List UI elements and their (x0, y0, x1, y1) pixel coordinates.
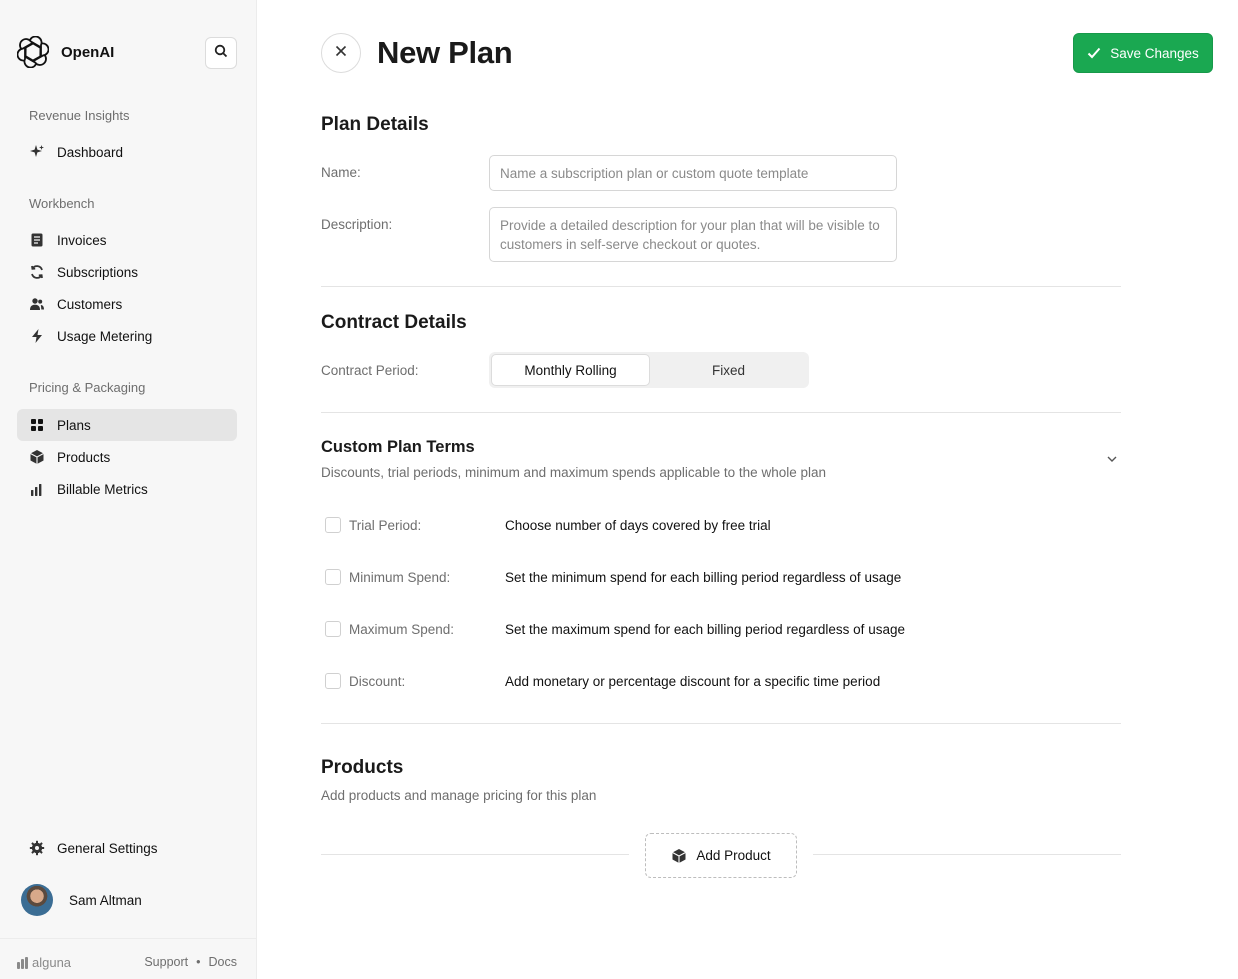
sidebar-item-label: Usage Metering (57, 328, 153, 344)
term-label: Maximum Spend: (349, 621, 455, 637)
sidebar: OpenAI Revenue Insights Dashboard Workbe… (0, 0, 257, 979)
sidebar-item-label: Billable Metrics (57, 481, 148, 497)
footer-links: Support • Docs (144, 955, 237, 969)
sidebar-item-label: Subscriptions (57, 264, 139, 280)
divider (813, 854, 1121, 855)
close-icon (335, 44, 347, 62)
sidebar-item-label: Products (57, 449, 111, 465)
term-description: Add monetary or percentage discount for … (505, 673, 881, 689)
close-button[interactable] (321, 33, 361, 73)
sparkle-icon (29, 144, 45, 160)
term-description: Set the maximum spend for each billing p… (505, 621, 905, 637)
term-description: Set the minimum spend for each billing p… (505, 569, 902, 585)
sidebar-item-subscriptions[interactable]: Subscriptions (17, 256, 237, 288)
nav-heading: Workbench (29, 196, 95, 211)
brand[interactable]: OpenAI (16, 35, 115, 69)
custom-plan-terms-subtitle: Discounts, trial periods, minimum and ma… (321, 465, 826, 480)
custom-plan-terms-title: Custom Plan Terms (321, 438, 475, 456)
description-field[interactable]: Provide a detailed description for your … (489, 207, 897, 262)
divider (321, 723, 1121, 724)
nav-heading: Pricing & Packaging (29, 380, 146, 395)
nav-section-pricing-packaging: Pricing & Packaging Plans Products Billa… (17, 378, 237, 505)
contract-option-monthly-rolling[interactable]: Monthly Rolling (491, 354, 650, 386)
name-label: Name: (321, 165, 361, 180)
add-product-label: Add Product (696, 848, 771, 863)
search-icon (214, 44, 228, 63)
trial-period-checkbox[interactable] (325, 517, 341, 533)
sidebar-item-label: Dashboard (57, 144, 124, 160)
sidebar-item-products[interactable]: Products (17, 441, 237, 473)
search-button[interactable] (205, 37, 237, 69)
products-title: Products (321, 757, 404, 778)
add-product-button[interactable]: Add Product (645, 833, 797, 878)
refresh-icon (29, 264, 45, 280)
alguna-brand[interactable]: alguna (17, 955, 71, 970)
check-icon (1087, 47, 1101, 59)
footer-separator: • (196, 955, 201, 969)
sidebar-item-billable-metrics[interactable]: Billable Metrics (17, 473, 237, 505)
bar-chart-icon (29, 481, 45, 497)
term-description: Choose number of days covered by free tr… (505, 517, 771, 533)
term-row-maximum-spend: Maximum Spend: Set the maximum spend for… (321, 619, 1121, 639)
term-row-minimum-spend: Minimum Spend: Set the minimum spend for… (321, 567, 1121, 587)
save-changes-button[interactable]: Save Changes (1073, 33, 1213, 73)
maximum-spend-checkbox[interactable] (325, 621, 341, 637)
sidebar-item-dashboard[interactable]: Dashboard (17, 136, 237, 168)
nav-section-workbench: Workbench Invoices Subscriptions Custome… (17, 194, 237, 352)
sidebar-item-customers[interactable]: Customers (17, 288, 237, 320)
sidebar-item-label: Invoices (57, 232, 107, 248)
support-link[interactable]: Support (144, 955, 188, 969)
box-icon (29, 449, 45, 465)
plan-details-title: Plan Details (321, 114, 429, 135)
user-name: Sam Altman (69, 892, 142, 908)
sidebar-item-label: General Settings (57, 840, 158, 856)
minimum-spend-checkbox[interactable] (325, 569, 341, 585)
contract-period-label: Contract Period: (321, 363, 419, 378)
contract-period-toggle: Monthly Rolling Fixed (489, 352, 809, 388)
brand-name: OpenAI (61, 43, 115, 61)
term-label: Trial Period: (349, 517, 422, 533)
sidebar-item-general-settings[interactable]: General Settings (17, 832, 237, 864)
contract-option-fixed[interactable]: Fixed (650, 354, 807, 386)
openai-logo-icon (16, 35, 50, 69)
sidebar-item-label: Plans (57, 417, 91, 433)
divider (321, 412, 1121, 413)
term-label: Minimum Spend: (349, 569, 451, 585)
term-row-trial-period: Trial Period: Choose number of days cove… (321, 515, 1121, 535)
discount-checkbox[interactable] (325, 673, 341, 689)
bolt-icon (29, 328, 45, 344)
chevron-down-icon[interactable] (1104, 451, 1120, 472)
term-label: Discount: (349, 673, 406, 689)
docs-link[interactable]: Docs (209, 955, 237, 969)
name-field[interactable]: Name a subscription plan or custom quote… (489, 155, 897, 191)
save-changes-label: Save Changes (1110, 45, 1199, 61)
sidebar-item-invoices[interactable]: Invoices (17, 224, 237, 256)
contract-details-title: Contract Details (321, 312, 467, 333)
sidebar-item-label: Customers (57, 296, 123, 312)
products-subtitle: Add products and manage pricing for this… (321, 788, 597, 803)
sidebar-footer: alguna Support • Docs (0, 938, 257, 979)
user-menu[interactable]: Sam Altman (21, 884, 142, 916)
nav-section-revenue-insights: Revenue Insights Dashboard (17, 106, 237, 168)
page-title: New Plan (377, 35, 513, 70)
box-icon (671, 848, 687, 864)
nav-heading: Revenue Insights (29, 108, 130, 123)
users-icon (29, 296, 45, 312)
sidebar-item-usage-metering[interactable]: Usage Metering (17, 320, 237, 352)
alguna-logo-icon (17, 956, 29, 969)
invoice-icon (29, 232, 45, 248)
avatar (21, 884, 53, 916)
settings-section: General Settings (17, 832, 237, 864)
gear-icon (29, 840, 45, 856)
alguna-brand-name: alguna (32, 955, 72, 970)
divider (321, 854, 629, 855)
term-row-discount: Discount: Add monetary or percentage dis… (321, 671, 1121, 691)
description-label: Description: (321, 217, 393, 232)
sidebar-item-plans[interactable]: Plans (17, 409, 237, 441)
divider (321, 286, 1121, 287)
grid-icon (29, 417, 45, 433)
